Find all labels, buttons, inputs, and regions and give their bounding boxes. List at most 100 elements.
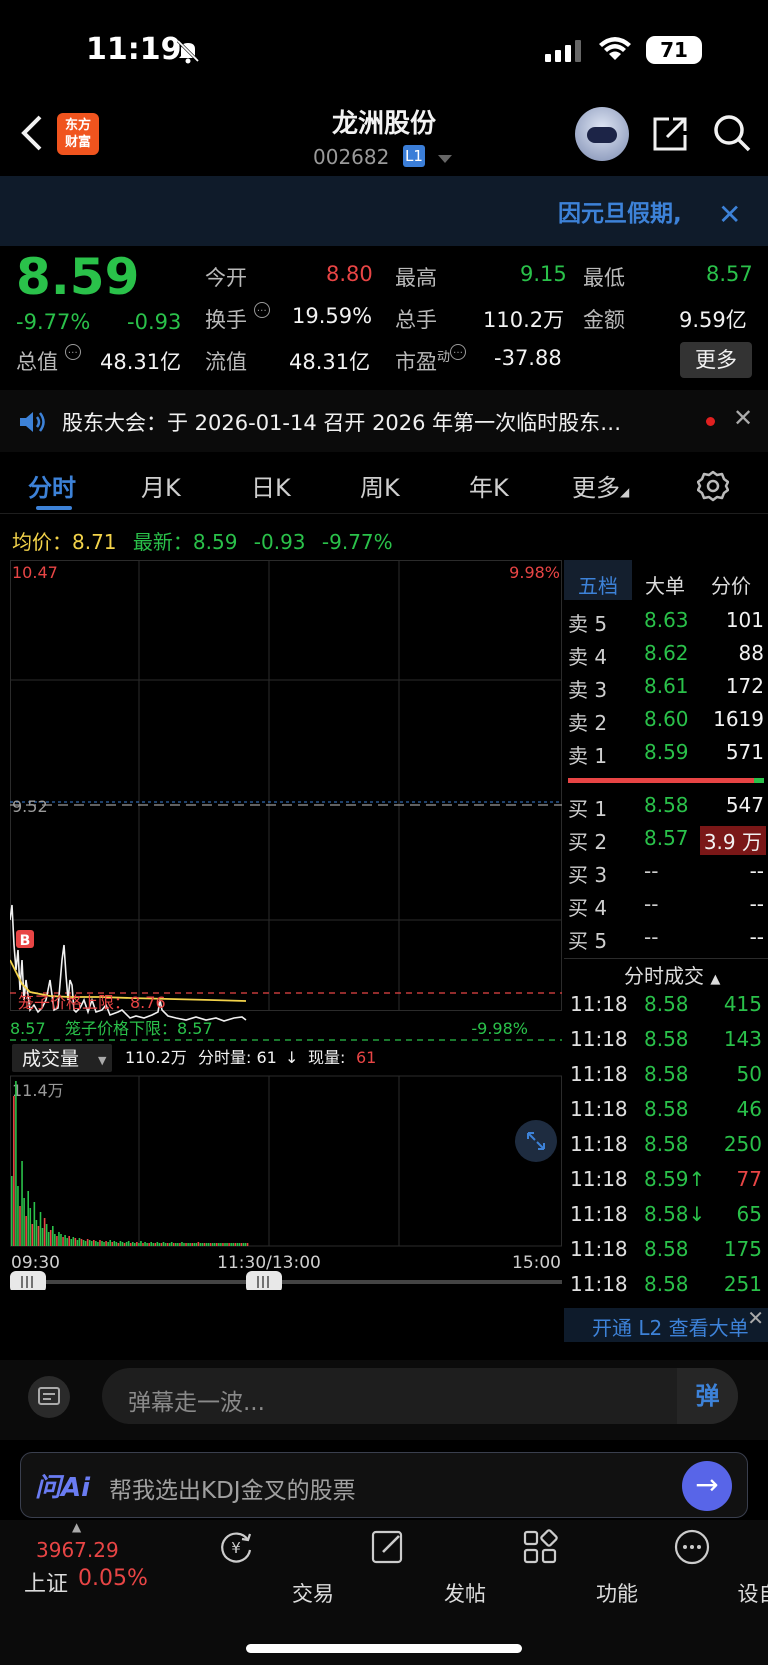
- volume-bar: [131, 1242, 134, 1246]
- intraday-chart[interactable]: 10.47 9.98% 9.52 B 笼子价格上限：8.76 8.57 笼子价格…: [10, 560, 562, 1290]
- volume-bar: [115, 1242, 118, 1246]
- close-icon[interactable]: ✕: [733, 404, 753, 432]
- announcement-bar[interactable]: 股东大会：于 2026-01-14 召开 2026 年第一次临时股东… ✕: [0, 390, 768, 452]
- ai-assistant-bar[interactable]: 问Ai 帮我选出KDJ金叉的股票 →: [20, 1452, 748, 1518]
- volume-bar: [56, 1236, 58, 1246]
- volume-total: 110.2万: [125, 1048, 187, 1067]
- open-value: 8.80: [326, 262, 373, 286]
- buy-marker[interactable]: B: [16, 930, 34, 949]
- volume-bar: [99, 1240, 101, 1246]
- level-badge[interactable]: L1: [403, 145, 425, 167]
- info-icon[interactable]: …: [253, 302, 270, 318]
- volume-bar: [138, 1243, 140, 1246]
- battery-level: 71: [646, 36, 702, 64]
- tab-price-distribution[interactable]: 分价: [711, 570, 751, 599]
- holiday-banner[interactable]: 因元旦假期, ✕: [0, 176, 768, 246]
- chevron-down-icon[interactable]: [438, 155, 452, 163]
- amount-label: 金额: [583, 308, 625, 332]
- ai-prompt-suggestion[interactable]: 帮我选出KDJ金叉的股票: [109, 1471, 356, 1505]
- tab-yearly[interactable]: 年K: [469, 468, 509, 503]
- quote-panel: 8.59 -9.77% -0.93 今开 8.80 最高 9.15 最低 8.5…: [0, 248, 768, 383]
- volume-bar: [242, 1243, 245, 1246]
- danmu-placeholder[interactable]: 弹幕走一波...: [128, 1383, 265, 1417]
- volume-bar: [154, 1243, 157, 1246]
- open-label: 今开: [205, 266, 247, 290]
- search-icon[interactable]: [712, 113, 752, 157]
- volume-bar: [82, 1240, 85, 1246]
- range-handle-left[interactable]: [10, 1271, 46, 1290]
- share-icon[interactable]: [651, 115, 689, 157]
- volume-bar: [150, 1242, 152, 1246]
- volume-grid: [10, 1075, 562, 1247]
- volume-bar: [226, 1243, 228, 1246]
- assistant-robot-icon[interactable]: [575, 107, 629, 161]
- tab-big-orders[interactable]: 大单: [645, 570, 685, 599]
- trade-row: 11:18 8.58 251: [570, 1272, 762, 1296]
- tab-daily[interactable]: 日K: [251, 468, 291, 503]
- last-percent: -9.77%: [321, 530, 393, 554]
- pe-label[interactable]: 市盈动…: [395, 344, 467, 376]
- volume-bar: [68, 1236, 70, 1246]
- trade-row: 11:18 8.58 175: [570, 1237, 762, 1261]
- volume-bar: [181, 1242, 183, 1246]
- tab-more[interactable]: 更多◢: [572, 468, 629, 503]
- trade-icon: ¥: [221, 1532, 252, 1563]
- last-value: 8.59: [192, 530, 238, 554]
- tab-intraday[interactable]: 分时: [28, 468, 76, 503]
- l2-upgrade-text[interactable]: 开通 L2 查看大单: [592, 1312, 749, 1341]
- arrow-right-icon[interactable]: →: [682, 1461, 732, 1511]
- buy-sell-ratio-bar-green: [754, 778, 764, 783]
- close-icon[interactable]: ✕: [747, 1306, 764, 1330]
- expand-button[interactable]: [515, 1120, 557, 1162]
- price-grid: [10, 560, 562, 1011]
- volume-bar: [70, 1239, 73, 1246]
- volume-bar: [218, 1243, 220, 1246]
- volume-minute: 分时量: 61: [198, 1048, 277, 1067]
- volume-bar: [224, 1243, 226, 1246]
- range-handle-right[interactable]: [246, 1271, 282, 1290]
- danmu-list-icon[interactable]: [28, 1376, 70, 1418]
- volume-bar: [187, 1243, 189, 1246]
- volume-bar: [162, 1242, 165, 1246]
- trades-title[interactable]: 分时成交 ▲: [624, 960, 720, 989]
- more-button[interactable]: 更多: [680, 342, 752, 378]
- volume-bar: [125, 1242, 128, 1246]
- turnover-label[interactable]: 换手 …: [205, 302, 270, 334]
- volume-selector[interactable]: 成交量: [22, 1048, 79, 1070]
- volume-bar: [185, 1243, 187, 1246]
- high-value: 9.15: [520, 262, 567, 286]
- danmu-toggle-button[interactable]: 弹: [677, 1368, 738, 1424]
- y-axis-top: 10.47: [12, 563, 58, 582]
- tab-five-levels[interactable]: 五档: [578, 570, 618, 599]
- banner-text: 因元旦假期,: [558, 201, 682, 227]
- volume-bar: [166, 1243, 169, 1246]
- volume-bar: [17, 1186, 19, 1246]
- market-cap-label[interactable]: 总值 …: [16, 344, 81, 376]
- info-icon[interactable]: …: [64, 344, 81, 360]
- close-icon[interactable]: ✕: [718, 198, 741, 231]
- ask-row: 卖 4 8.62 88: [568, 641, 764, 669]
- volume-bar: [33, 1202, 36, 1246]
- market-cap-value: 48.31亿: [100, 350, 182, 374]
- tab-monthly[interactable]: 月K: [141, 468, 181, 503]
- index-value: 3967.29: [36, 1538, 119, 1562]
- home-indicator[interactable]: [246, 1644, 522, 1653]
- settings-gear-icon[interactable]: [696, 470, 730, 508]
- volume-bar: [207, 1243, 210, 1246]
- grid-apps-icon: [523, 1529, 558, 1564]
- volume-bar: [129, 1243, 132, 1246]
- volume-bar: [37, 1226, 40, 1246]
- volume-bar: [101, 1241, 103, 1246]
- l2-upgrade-banner[interactable]: 开通 L2 查看大单 ✕: [564, 1306, 768, 1342]
- volume-bar: [140, 1241, 142, 1246]
- volume-bar: [45, 1224, 48, 1246]
- turnover-value: 19.59%: [292, 304, 373, 328]
- info-icon[interactable]: …: [450, 344, 467, 360]
- tab-weekly[interactable]: 周K: [360, 468, 400, 503]
- announcement-text[interactable]: 股东大会：于 2026-01-14 召开 2026 年第一次临时股东…: [62, 407, 682, 437]
- current-price: 8.59: [16, 248, 140, 306]
- volume-bar: [191, 1243, 193, 1246]
- cellular-signal-icon: [545, 40, 583, 66]
- volume-bar: [172, 1243, 175, 1246]
- volume-bar: [205, 1243, 208, 1246]
